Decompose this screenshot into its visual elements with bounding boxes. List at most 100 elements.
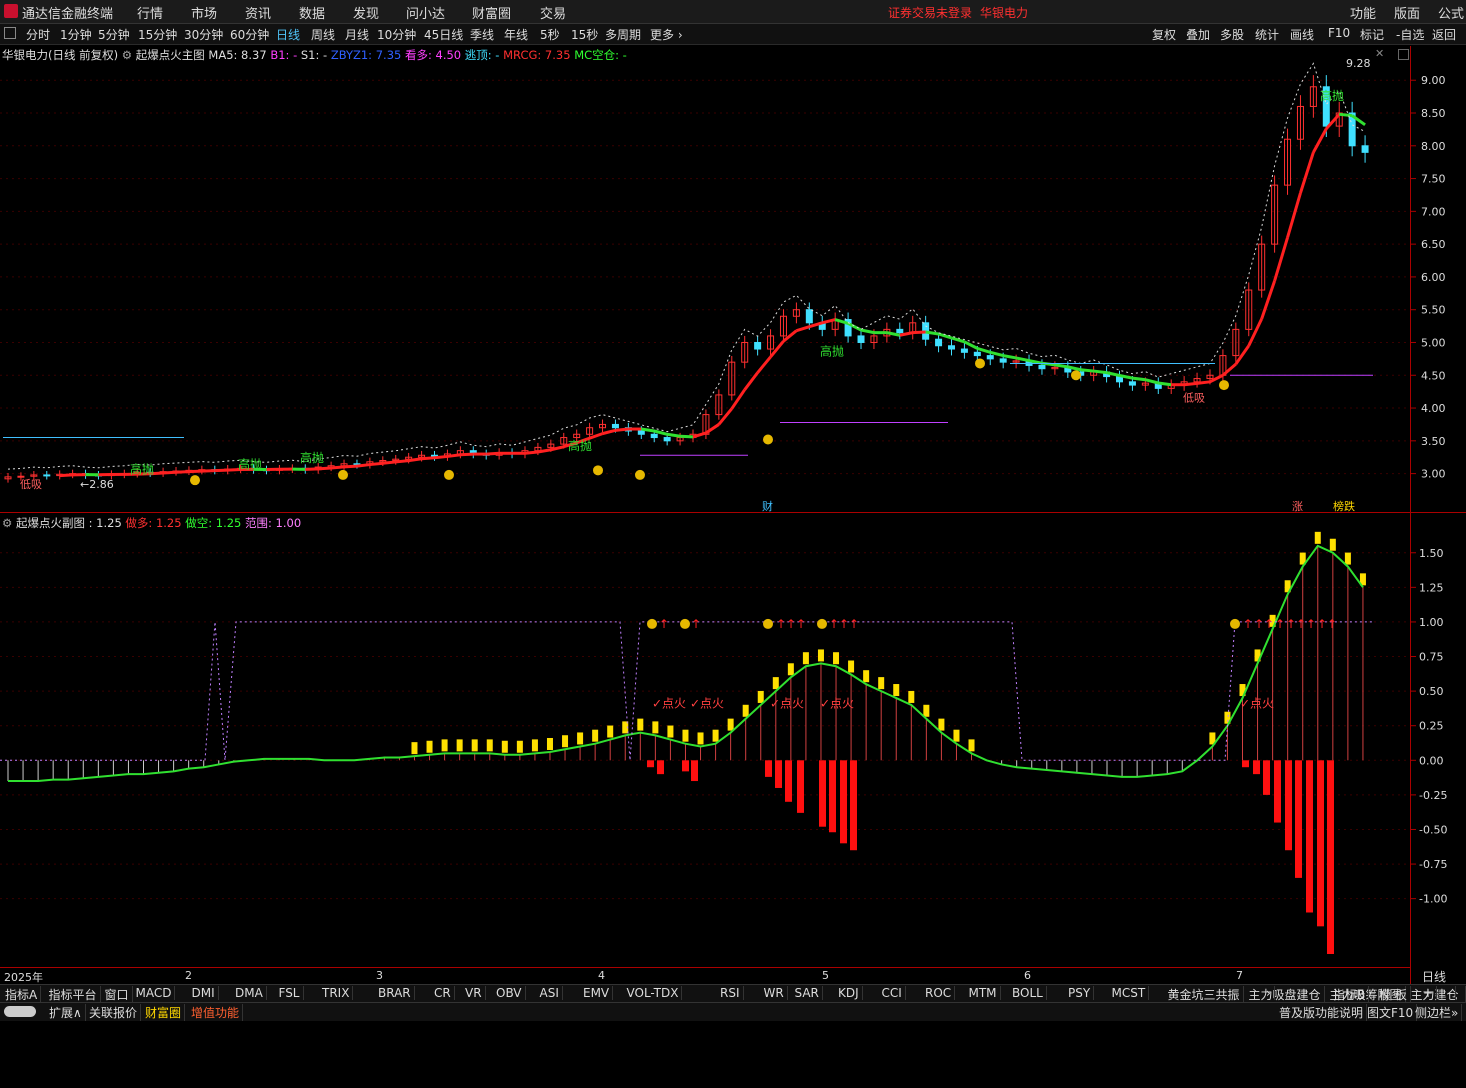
indicator-tab-1[interactable]: 指标平台 xyxy=(46,986,101,1003)
status-item-2[interactable]: 财富圈 xyxy=(142,1004,185,1021)
menu-item-7[interactable]: 交易 xyxy=(540,3,566,22)
chart-tool-0[interactable]: 复权 xyxy=(1152,26,1176,43)
timeframe-6[interactable]: 日线 xyxy=(276,26,300,43)
top-right-menu-item-2[interactable]: 公式 xyxy=(1438,3,1464,22)
bottom-right-control-1[interactable]: 模 板 xyxy=(1376,986,1411,1003)
bottom-right-control-2[interactable]: + xyxy=(1420,986,1437,1000)
candle-body xyxy=(1362,146,1368,153)
sub-yellow-bar xyxy=(803,652,809,664)
chart-tool-7[interactable]: -自选 xyxy=(1396,26,1424,43)
bottom-right-control-3[interactable]: - xyxy=(1445,986,1456,1000)
main-price-chart[interactable]: 9.28←2.86低吸低吸高抛高抛高抛高抛高抛高抛财涨榜跌 xyxy=(0,46,1410,512)
chart-tool-1[interactable]: 叠加 xyxy=(1186,26,1210,43)
indicator-tab-10[interactable]: VR xyxy=(462,986,486,1000)
bottom-right-control-0[interactable]: 指标B xyxy=(1330,986,1369,1003)
timeframe-13[interactable]: 5秒 xyxy=(540,26,560,43)
indicator-tab-6[interactable]: FSL xyxy=(276,986,304,1000)
sub-yellow-bar xyxy=(923,705,929,717)
indicator-tab-8[interactable]: BRAR xyxy=(375,986,415,1000)
timeframe-12[interactable]: 年线 xyxy=(504,26,528,43)
panel-toggle-icon[interactable] xyxy=(4,27,16,39)
link-toggle[interactable] xyxy=(4,1006,36,1017)
timeframe-4[interactable]: 30分钟 xyxy=(184,26,223,43)
indicator-tab-2[interactable]: 窗口 xyxy=(102,986,133,1003)
timeframe-9[interactable]: 10分钟 xyxy=(377,26,416,43)
indicator-tab-13[interactable]: EMV xyxy=(580,986,613,1000)
ma-line-segment xyxy=(1081,370,1094,371)
ma-line-segment xyxy=(189,471,202,472)
top-right-menu-item-1[interactable]: 版面 xyxy=(1394,3,1420,22)
menu-item-2[interactable]: 资讯 xyxy=(245,3,271,22)
timeframe-14[interactable]: 15秒 xyxy=(571,26,598,43)
timeframe-15[interactable]: 多周期 xyxy=(605,26,641,43)
menu-item-5[interactable]: 问小达 xyxy=(406,3,445,22)
indicator-tab-0[interactable]: 指标A xyxy=(2,986,41,1003)
indicator-tab-3[interactable]: MACD xyxy=(133,986,176,1000)
menu-item-0[interactable]: 行情 xyxy=(137,3,163,22)
indicator-tab-5[interactable]: DMA xyxy=(232,986,267,1000)
login-warning[interactable]: 证券交易未登录 xyxy=(888,4,972,21)
sub-red-bar xyxy=(850,760,857,850)
ma-line-segment xyxy=(1184,383,1197,384)
indicator-tab-11[interactable]: OBV xyxy=(493,986,526,1000)
chart-tool-4[interactable]: 画线 xyxy=(1290,26,1314,43)
status-item-3[interactable]: 增值功能 xyxy=(188,1004,243,1021)
timeframe-11[interactable]: 季线 xyxy=(470,26,494,43)
indicator-tab-17[interactable]: SAR xyxy=(792,986,823,1000)
sub-yellow-bar xyxy=(878,677,884,689)
timeframe-1[interactable]: 1分钟 xyxy=(60,26,92,43)
ma-line-segment xyxy=(1132,378,1145,380)
timeframe-2[interactable]: 5分钟 xyxy=(98,26,130,43)
status-right-item-0[interactable]: 普及版功能说明 xyxy=(1276,1004,1367,1021)
timeframe-3[interactable]: 15分钟 xyxy=(138,26,177,43)
tabs-scroll-right-icon[interactable]: › xyxy=(1263,986,1275,1000)
sub-yellow-bar xyxy=(487,739,493,751)
candle-body xyxy=(858,336,864,343)
menu-item-1[interactable]: 市场 xyxy=(191,3,217,22)
timeframe-10[interactable]: 45日线 xyxy=(424,26,463,43)
menu-item-3[interactable]: 数据 xyxy=(299,3,325,22)
indicator-tab-16[interactable]: WR xyxy=(761,986,788,1000)
indicator-tab-21[interactable]: MTM xyxy=(966,986,1001,1000)
indicator-tab-7[interactable]: TRIX xyxy=(319,986,353,1000)
main-y-tick-label: 5.00 xyxy=(1421,336,1446,349)
sub-yellow-bar xyxy=(652,721,658,733)
top-right-menu-item-0[interactable]: 功能 xyxy=(1350,3,1376,22)
chart-tool-2[interactable]: 多股 xyxy=(1220,26,1244,43)
indicator-tab-18[interactable]: KDJ xyxy=(835,986,863,1000)
status-right-item-1[interactable]: 图文F10 xyxy=(1364,1004,1417,1021)
indicator-tab-15[interactable]: RSI xyxy=(717,986,744,1000)
menu-item-6[interactable]: 财富圈 xyxy=(472,3,511,22)
timeframe-5[interactable]: 60分钟 xyxy=(230,26,269,43)
indicator-tab-26[interactable]: 主力吸盘建仓 xyxy=(1246,986,1325,1003)
indicator-tab-25[interactable]: 黄金坑三共振 xyxy=(1165,986,1244,1003)
sub-indicator-chart[interactable]: ✓点火✓点火✓点火✓点火✓点火↑↑↑↑↑↑↑↑↑↑↑↑↑↑↑↑↑ xyxy=(0,514,1410,966)
timeframe-7[interactable]: 周线 xyxy=(311,26,335,43)
chart-tool-8[interactable]: 返回 xyxy=(1432,26,1456,43)
indicator-tab-14[interactable]: VOL-TDX xyxy=(624,986,683,1000)
candle-body xyxy=(1129,382,1135,385)
indicator-tab-4[interactable]: DMI xyxy=(189,986,219,1000)
status-right-item-2[interactable]: 侧边栏» xyxy=(1412,1004,1462,1021)
indicator-tab-12[interactable]: ASI xyxy=(537,986,563,1000)
timeframe-0[interactable]: 分时 xyxy=(26,26,50,43)
timeframe-16[interactable]: 更多 › xyxy=(650,26,683,43)
chart-tool-3[interactable]: 统计 xyxy=(1255,26,1279,43)
sub-y-tick-label: 0.00 xyxy=(1419,754,1444,767)
indicator-tab-23[interactable]: PSY xyxy=(1065,986,1094,1000)
timeframe-8[interactable]: 月线 xyxy=(345,26,369,43)
status-item-0[interactable]: 扩展∧ xyxy=(46,1004,86,1021)
ma-line-segment xyxy=(758,357,771,373)
indicator-tab-20[interactable]: ROC xyxy=(922,986,955,1000)
main-y-tick-label: 3.50 xyxy=(1421,435,1446,448)
menu-item-4[interactable]: 发现 xyxy=(353,3,379,22)
indicator-tab-19[interactable]: CCI xyxy=(879,986,906,1000)
sub-yellow-bar xyxy=(969,739,975,751)
chart-tool-5[interactable]: F10 xyxy=(1328,26,1350,40)
indicator-tab-24[interactable]: MCST xyxy=(1109,986,1150,1000)
status-item-1[interactable]: 关联报价 xyxy=(86,1004,141,1021)
indicator-tab-22[interactable]: BOLL xyxy=(1009,986,1047,1000)
ma-line-segment xyxy=(422,458,435,459)
chart-tool-6[interactable]: 标记 xyxy=(1360,26,1384,43)
indicator-tab-9[interactable]: CR xyxy=(431,986,455,1000)
